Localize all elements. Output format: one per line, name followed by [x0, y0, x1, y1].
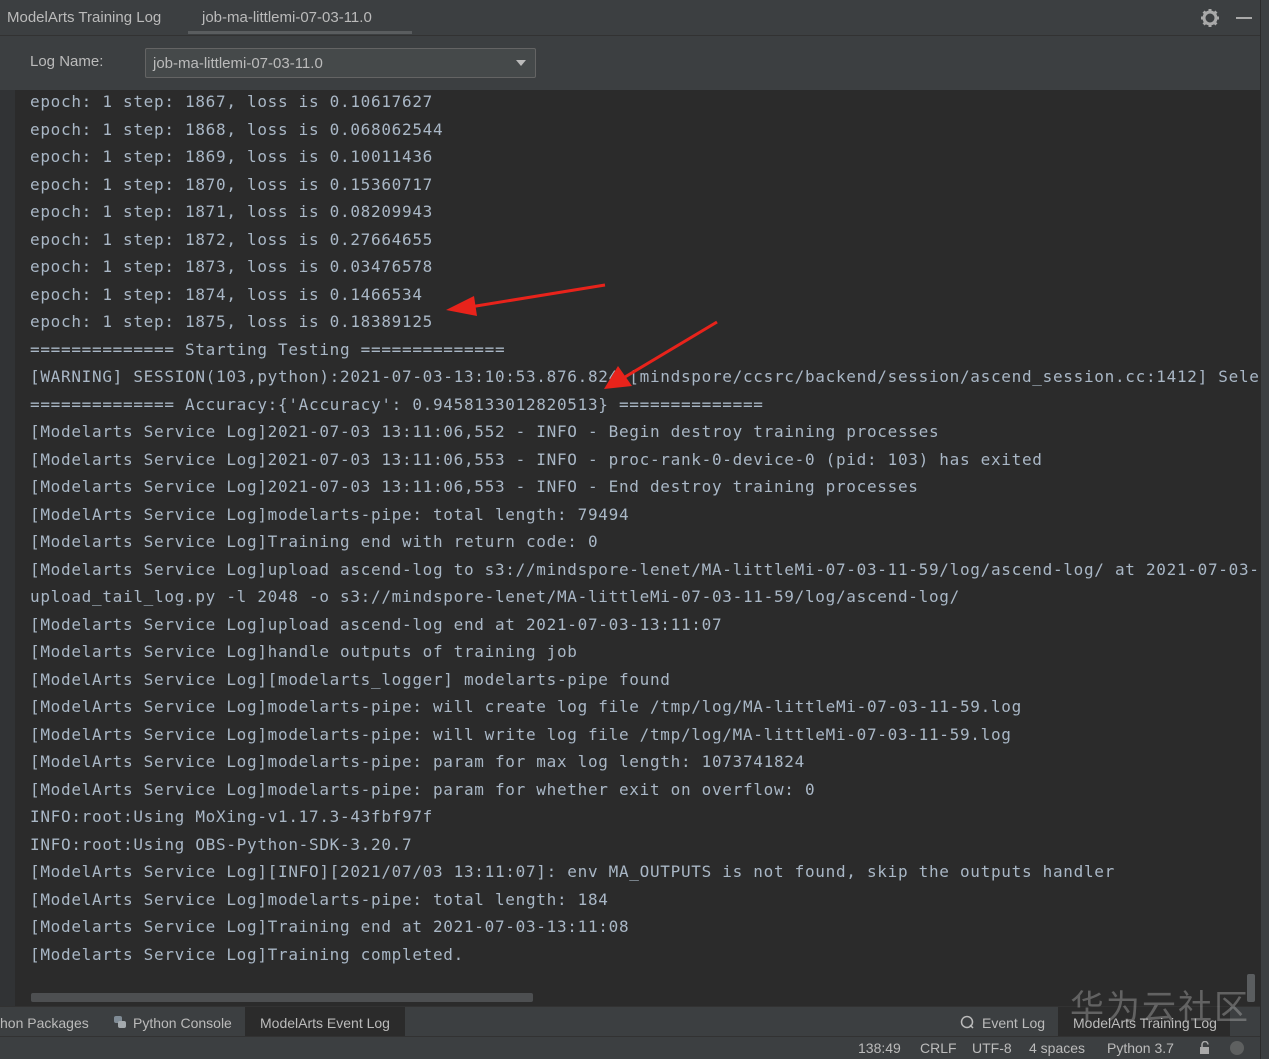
minimize-icon[interactable] [1236, 17, 1252, 19]
tab-job-log[interactable]: job-ma-littlemi-07-03-11.0 [188, 0, 412, 36]
log-line: epoch: 1 step: 1873, loss is 0.03476578 [30, 257, 433, 276]
log-line: [ModelArts Service Log]modelarts-pipe: p… [30, 779, 816, 799]
log-line: ============== Starting Testing ========… [30, 339, 506, 359]
log-line: [Modelarts Service Log]Training complete… [30, 944, 464, 964]
log-line: ============== Accuracy:{'Accuracy': 0.9… [30, 394, 764, 414]
log-line: [Modelarts Service Log]Training end with… [30, 532, 599, 551]
log-line: epoch: 1 step: 1871, loss is 0.08209943 [30, 202, 433, 221]
python-interpreter[interactable]: Python 3.7 [1107, 1040, 1174, 1056]
gear-icon[interactable] [1200, 8, 1220, 28]
chevron-down-icon [516, 60, 526, 66]
lock-icon[interactable] [1198, 1041, 1212, 1055]
log-line: epoch: 1 step: 1872, loss is 0.27664655 [30, 229, 433, 249]
log-line: [ModelArts Service Log][INFO][2021/07/03… [30, 862, 1115, 881]
notifications-icon[interactable] [1230, 1041, 1244, 1055]
tab-modelarts-event-log[interactable]: ModelArts Event Log [245, 1007, 405, 1037]
tab-python-packages-label: hon Packages [0, 1015, 89, 1031]
log-line: epoch: 1 step: 1868, loss is 0.068062544 [30, 119, 444, 139]
log-line: epoch: 1 step: 1870, loss is 0.15360717 [30, 174, 433, 194]
tab-job-log-label: job-ma-littlemi-07-03-11.0 [202, 9, 372, 26]
log-line: [ModelArts Service Log][modelarts_logger… [30, 669, 671, 689]
horizontal-scrollbar[interactable] [31, 993, 533, 1002]
tab-python-console[interactable]: Python Console [108, 1007, 243, 1037]
log-line: [Modelarts Service Log]2021-07-03 13:11:… [30, 422, 940, 441]
log-line: [ModelArts Service Log]modelarts-pipe: p… [30, 752, 805, 771]
log-name-label: Log Name: [30, 53, 104, 70]
log-line: epoch: 1 step: 1874, loss is 0.1466534 [30, 284, 423, 304]
log-lines: epoch: 1 step: 1867, loss is 0.10617627 e… [30, 90, 1260, 968]
log-line: epoch: 1 step: 1867, loss is 0.10617627 [30, 92, 433, 111]
tab-event-log[interactable]: Event Log [955, 1007, 1055, 1037]
log-line: [ModelArts Service Log]modelarts-pipe: w… [30, 697, 1022, 716]
log-name-select[interactable]: job-ma-littlemi-07-03-11.0 [145, 48, 536, 78]
log-line: [Modelarts Service Log]2021-07-03 13:11:… [30, 477, 919, 496]
file-encoding[interactable]: UTF-8 [972, 1040, 1012, 1056]
log-console[interactable]: epoch: 1 step: 1867, loss is 0.10617627 e… [15, 90, 1260, 1006]
status-bar: 138:49 CRLF UTF-8 4 spaces Python 3.7 [0, 1036, 1260, 1059]
tab-python-packages[interactable]: hon Packages [0, 1007, 96, 1037]
log-line: [ModelArts Service Log]modelarts-pipe: t… [30, 889, 609, 909]
log-name-value: job-ma-littlemi-07-03-11.0 [153, 55, 323, 72]
tab-event-log-label: Event Log [982, 1015, 1046, 1031]
log-line: [Modelarts Service Log]upload ascend-log… [30, 559, 1260, 579]
caret-position[interactable]: 138:49 [858, 1040, 901, 1056]
tool-window-title: ModelArts Training Log [7, 9, 162, 26]
log-line: epoch: 1 step: 1869, loss is 0.10011436 [30, 147, 433, 166]
log-line: [Modelarts Service Log]upload ascend-log… [30, 614, 723, 634]
log-name-row: Log Name: job-ma-littlemi-07-03-11.0 [0, 36, 1260, 90]
log-line: [Modelarts Service Log]2021-07-03 13:11:… [30, 449, 1043, 469]
log-line: epoch: 1 step: 1875, loss is 0.18389125 [30, 312, 433, 331]
tool-window-header: ModelArts Training Log job-ma-littlemi-0… [0, 0, 1260, 36]
tab-modelarts-event-log-label: ModelArts Event Log [260, 1015, 390, 1031]
log-line: [ModelArts Service Log]modelarts-pipe: t… [30, 504, 630, 524]
log-line: INFO:root:Using MoXing-v1.17.3-43fbf97f [30, 807, 433, 826]
tab-underline [188, 31, 412, 34]
indent-setting[interactable]: 4 spaces [1029, 1040, 1085, 1056]
log-line: INFO:root:Using OBS-Python-SDK-3.20.7 [30, 834, 413, 854]
right-edge-strip [1260, 0, 1269, 1059]
watermark: 华为云社区 [1070, 988, 1250, 1028]
line-separator[interactable]: CRLF [920, 1040, 957, 1056]
log-line: upload_tail_log.py -l 2048 -o s3://minds… [30, 587, 960, 606]
log-line: [WARNING] SESSION(103,python):2021-07-03… [30, 367, 1260, 386]
console-gutter [0, 90, 15, 1006]
log-line: [Modelarts Service Log]handle outputs of… [30, 642, 578, 661]
log-line: [Modelarts Service Log]Training end at 2… [30, 917, 630, 936]
log-line: [ModelArts Service Log]modelarts-pipe: w… [30, 724, 1012, 744]
python-icon [114, 1016, 126, 1028]
event-log-icon [960, 1015, 974, 1029]
tab-python-console-label: Python Console [133, 1015, 232, 1031]
